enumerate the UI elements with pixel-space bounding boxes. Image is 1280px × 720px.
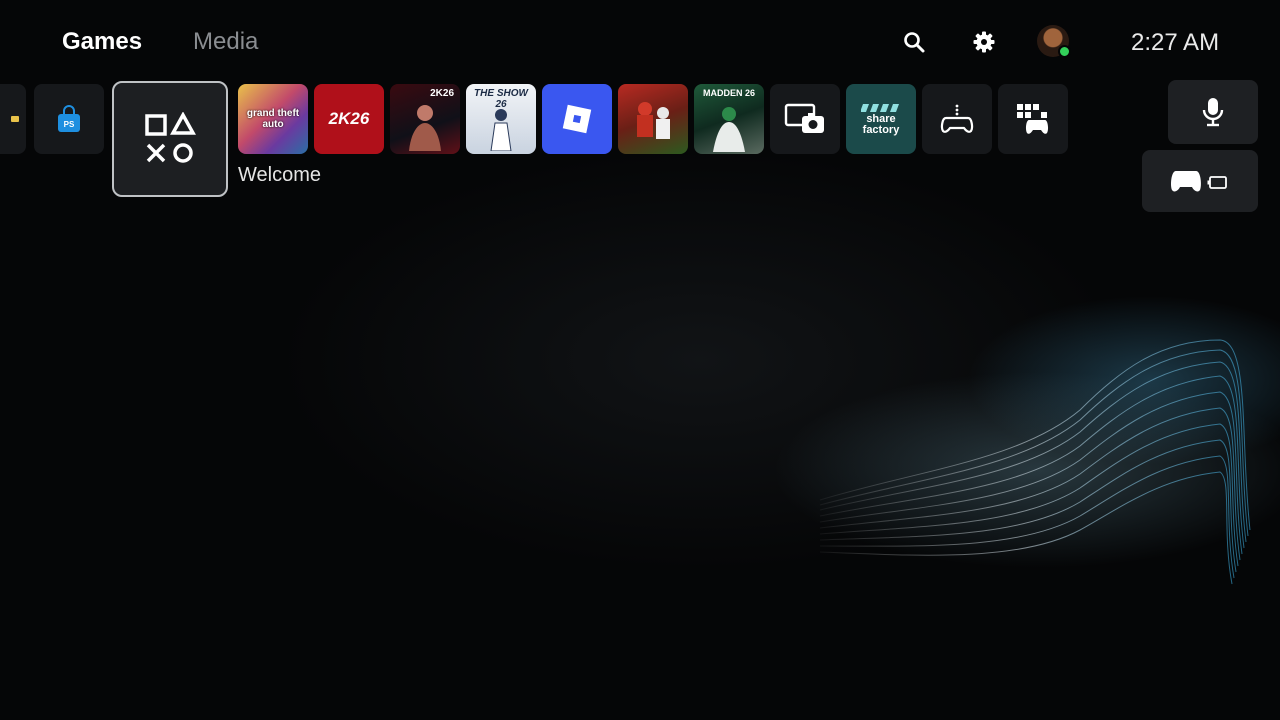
football-players-image bbox=[637, 102, 670, 139]
ps-remote-play-tile[interactable] bbox=[922, 84, 992, 154]
tab-games[interactable]: Games bbox=[62, 28, 142, 56]
college-football-26-tile[interactable] bbox=[618, 84, 688, 154]
game-library-tile[interactable] bbox=[998, 84, 1068, 154]
mlb-the-show-logo: THE SHOW 26 bbox=[474, 88, 528, 110]
batter-image bbox=[490, 109, 512, 151]
clock: 2:27 AM bbox=[1131, 29, 1220, 56]
nba-2k26-tile[interactable]: 2K26 bbox=[314, 84, 384, 154]
roblox-tile[interactable] bbox=[542, 84, 612, 154]
roblox-logo-icon bbox=[562, 104, 592, 134]
mlb-the-show-26-tile[interactable]: THE SHOW 26 bbox=[466, 84, 536, 154]
madden-logo: MADDEN 26 bbox=[702, 88, 755, 98]
tab-media[interactable]: Media bbox=[193, 28, 258, 56]
playstation-symbols-icon bbox=[145, 112, 196, 163]
wwe-2k26-logo: 2K26 bbox=[430, 88, 454, 99]
partial-tile[interactable] bbox=[0, 84, 26, 154]
game-library-icon bbox=[1017, 104, 1049, 134]
selected-tile-label: Welcome bbox=[238, 164, 321, 186]
media-gallery-tile[interactable] bbox=[770, 84, 840, 154]
controller-battery-button[interactable] bbox=[1142, 150, 1258, 212]
nba-2k26-logo: 2K26 bbox=[328, 109, 370, 128]
madden-nfl-26-tile[interactable]: MADDEN 26 bbox=[694, 84, 764, 154]
madden-players-image bbox=[713, 107, 745, 152]
store-bag-icon: PS bbox=[58, 105, 80, 132]
settings-icon[interactable] bbox=[970, 28, 998, 56]
wwe-2k26-tile[interactable]: 2K26 bbox=[390, 84, 460, 154]
controller-remote-icon bbox=[940, 104, 974, 133]
online-status-indicator bbox=[1058, 45, 1071, 58]
microphone-icon bbox=[1202, 98, 1224, 127]
share-factory-logo: share factory bbox=[862, 113, 900, 136]
share-factory-tile[interactable]: share factory bbox=[846, 84, 916, 154]
controller-battery-icon bbox=[1171, 171, 1227, 192]
wave-background-graphic bbox=[819, 339, 1251, 585]
playstation-store-tile[interactable]: PS bbox=[34, 84, 104, 154]
microphone-button[interactable] bbox=[1168, 80, 1258, 144]
welcome-hub-tile[interactable] bbox=[112, 81, 228, 197]
gta-v-logo: grand theft auto bbox=[246, 108, 300, 130]
svg-text:PS: PS bbox=[64, 120, 75, 129]
wrestler-image bbox=[409, 105, 441, 151]
gta-v-tile[interactable]: grand theft auto bbox=[238, 84, 308, 154]
search-icon[interactable] bbox=[900, 28, 928, 56]
media-gallery-icon bbox=[784, 103, 824, 133]
profile-avatar[interactable] bbox=[1037, 25, 1071, 58]
